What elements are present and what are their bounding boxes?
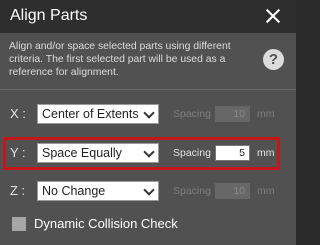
help-icon[interactable]: ? (263, 49, 284, 70)
z-spacing-input (215, 183, 250, 199)
dialog-title: Align Parts (10, 7, 88, 24)
x-spacing-input (215, 106, 250, 122)
z-axis-label: Z : (10, 183, 26, 198)
z-spacing-label: Spacing (173, 185, 211, 197)
collision-checkbox[interactable] (12, 217, 26, 231)
x-spacing-unit: mm (257, 108, 275, 120)
z-mode-select[interactable]: No Change (37, 181, 159, 201)
close-icon[interactable] (264, 7, 282, 25)
align-parts-dialog: Align Parts Align and/or space selected … (0, 0, 296, 245)
dialog-header: Align Parts (0, 0, 296, 33)
z-spacing-unit: mm (257, 185, 275, 197)
z-mode-value: No Change (42, 184, 106, 198)
x-mode-select[interactable]: Center of Extents (37, 104, 159, 124)
chevron-down-icon (143, 107, 155, 119)
highlight-box (3, 137, 280, 170)
x-axis-label: X : (10, 106, 26, 121)
description-text: Align and/or space selected parts using … (9, 41, 231, 78)
collision-check-label: Dynamic Collision Check (34, 216, 178, 231)
x-spacing-label: Spacing (173, 108, 211, 120)
divider (0, 89, 296, 90)
x-mode-value: Center of Extents (42, 107, 139, 121)
z-axis-row: Z : No Change Spacing mm (0, 181, 296, 203)
chevron-down-icon (143, 184, 155, 196)
x-axis-row: X : Center of Extents Spacing mm (0, 104, 296, 126)
